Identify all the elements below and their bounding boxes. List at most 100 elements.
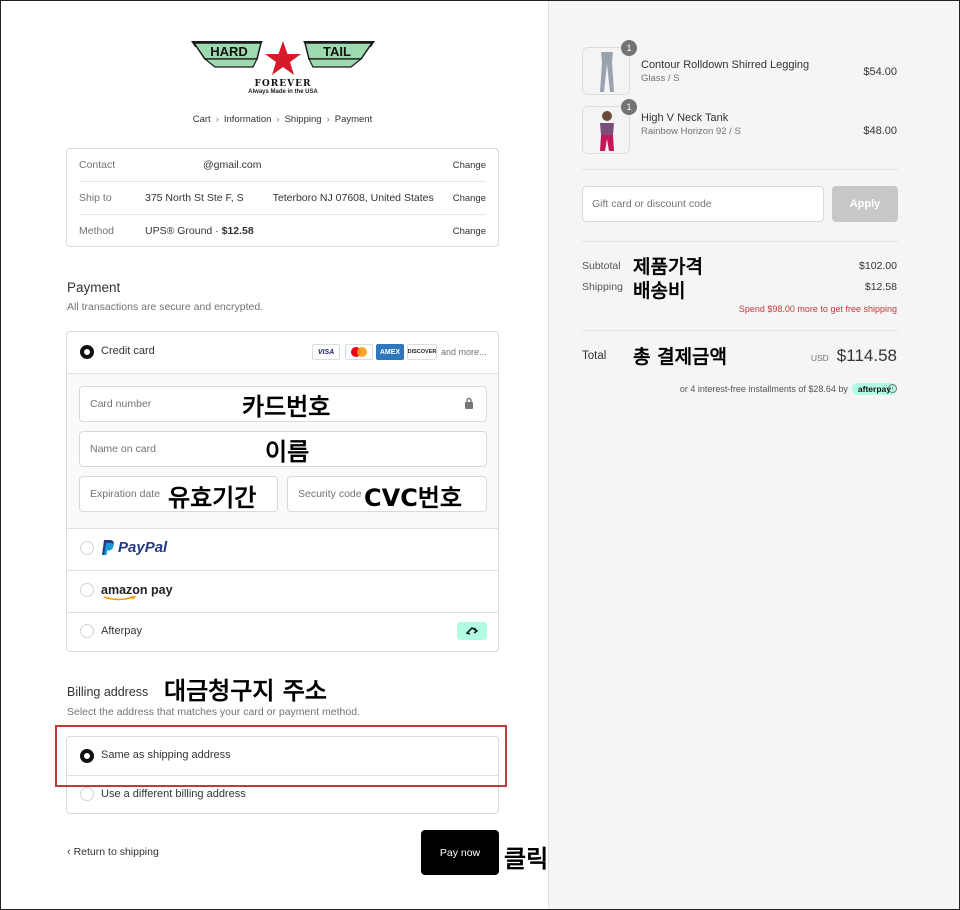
discount-placeholder: Gift card or discount code bbox=[592, 198, 712, 210]
discount-code-input[interactable]: Gift card or discount code bbox=[582, 186, 824, 222]
ship-to-change-link[interactable]: Change bbox=[453, 193, 486, 204]
breadcrumb-information[interactable]: Information bbox=[224, 114, 272, 125]
annotation-billing: 대금청구지 주소 bbox=[164, 677, 327, 705]
breadcrumb-cart[interactable]: Cart bbox=[193, 114, 211, 125]
product-price: $54.00 bbox=[863, 66, 897, 78]
installments-note: or 4 interest-free installments of $28.6… bbox=[680, 383, 897, 395]
amex-icon: AMEX bbox=[376, 344, 404, 360]
contact-row: Contact @gmail.com Change bbox=[79, 149, 486, 181]
product-thumbnail bbox=[582, 106, 630, 154]
divider bbox=[67, 528, 498, 529]
method-price: $12.58 bbox=[221, 225, 254, 237]
name-on-card-placeholder: Name on card bbox=[90, 443, 156, 455]
ship-to-value: 375 North St Ste F, S Teterboro NJ 07608… bbox=[145, 192, 434, 204]
review-box: Contact @gmail.com Change Ship to 375 No… bbox=[66, 148, 499, 247]
credit-card-radio[interactable] bbox=[80, 345, 94, 359]
highlight-box bbox=[55, 725, 507, 787]
method-value: UPS® Ground · $12.58 bbox=[145, 225, 453, 237]
billing-title: Billing address bbox=[67, 685, 149, 699]
paypal-option[interactable]: PayPal bbox=[101, 539, 167, 556]
contact-label: Contact bbox=[79, 159, 116, 171]
payment-methods: Credit card VISA AMEX DISCOVER and more.… bbox=[66, 331, 499, 652]
paypal-label: PayPal bbox=[118, 539, 168, 556]
chevron-left-icon: ‹ bbox=[67, 846, 71, 858]
product-name: Contour Rolldown Shirred Legging bbox=[641, 59, 810, 71]
contact-change-link[interactable]: Change bbox=[453, 160, 486, 171]
breadcrumb-shipping[interactable]: Shipping bbox=[285, 114, 322, 125]
card-number-placeholder: Card number bbox=[90, 398, 152, 410]
annotation-shipping: 배송비 bbox=[633, 280, 686, 302]
discover-icon: DISCOVER bbox=[407, 344, 437, 360]
divider bbox=[582, 169, 898, 170]
ship-to-row: Ship to 375 North St Ste F, S Teterboro … bbox=[79, 182, 486, 214]
return-label: Return to shipping bbox=[73, 846, 159, 858]
breadcrumb-payment: Payment bbox=[334, 114, 373, 125]
currency-code: USD bbox=[810, 353, 829, 363]
annotation-subtotal: 제품가격 bbox=[633, 256, 703, 278]
logo-tagline: Always Made in the USA bbox=[248, 89, 318, 95]
more-cards-text: and more... bbox=[441, 347, 487, 357]
amazon-smile-icon bbox=[103, 596, 137, 601]
annotation-click: 클릭 bbox=[504, 845, 549, 873]
amazon-pay-label: amazon pay bbox=[101, 583, 173, 597]
different-address-radio[interactable] bbox=[80, 787, 94, 801]
apply-button[interactable]: Apply bbox=[832, 186, 898, 222]
amazon-pay-option[interactable]: amazon pay bbox=[101, 581, 173, 601]
different-address-label[interactable]: Use a different billing address bbox=[101, 788, 246, 800]
product-variant: Rainbow Horizon 92 / S bbox=[641, 126, 741, 137]
mastercard-icon bbox=[345, 344, 373, 360]
annotation-card-number: 카드번호 bbox=[242, 393, 331, 421]
annotation-expiration: 유효기간 bbox=[168, 484, 257, 512]
checkout-main: HARD TAIL FOREVER Always Made in the USA… bbox=[1, 1, 548, 909]
shipping-label: Shipping bbox=[582, 281, 623, 293]
method-change-link[interactable]: Change bbox=[453, 226, 486, 237]
total-label: Total bbox=[582, 350, 607, 362]
payment-title: Payment bbox=[67, 280, 121, 295]
free-shipping-note: Spend $98.00 more to get free shipping bbox=[738, 304, 897, 314]
order-summary: 1 Contour Rolldown Shirred Legging Glass… bbox=[548, 1, 959, 909]
subtotal-value: $102.00 bbox=[859, 260, 897, 272]
product-price: $48.00 bbox=[863, 125, 897, 137]
credit-card-fields: Card number 카드번호 Name on card 이름 Expirat… bbox=[67, 373, 498, 528]
product-thumbnail bbox=[582, 47, 630, 95]
method-name: UPS® Ground · bbox=[145, 225, 222, 237]
annotation-name: 이름 bbox=[265, 438, 310, 466]
product-variant: Glass / S bbox=[641, 73, 680, 84]
logo-left-text: HARD bbox=[210, 44, 248, 59]
pay-now-button[interactable]: Pay now bbox=[421, 830, 499, 875]
paypal-icon bbox=[102, 540, 114, 555]
contact-value: @gmail.com bbox=[203, 159, 262, 171]
security-code-placeholder: Security code bbox=[298, 488, 362, 500]
quantity-badge: 1 bbox=[621, 99, 637, 115]
amazon-pay-radio[interactable] bbox=[80, 583, 94, 597]
divider bbox=[582, 241, 898, 242]
quantity-badge: 1 bbox=[621, 40, 637, 56]
paypal-radio[interactable] bbox=[80, 541, 94, 555]
visa-icon: VISA bbox=[312, 344, 340, 360]
shipping-value: $12.58 bbox=[864, 281, 897, 293]
product-name: High V Neck Tank bbox=[641, 112, 729, 124]
total-value: $114.58 bbox=[836, 346, 897, 365]
breadcrumb: Cart › Information › Shipping › Payment bbox=[1, 114, 564, 125]
logo-right-text: TAIL bbox=[323, 44, 351, 59]
method-row: Method UPS® Ground · $12.58 Change bbox=[79, 215, 486, 247]
return-to-shipping-link[interactable]: ‹ Return to shipping bbox=[67, 846, 159, 858]
subtotal-label: Subtotal bbox=[582, 260, 621, 272]
payment-subtitle: All transactions are secure and encrypte… bbox=[67, 301, 264, 313]
credit-card-label[interactable]: Credit card bbox=[101, 345, 155, 357]
total-amount: USD $114.58 bbox=[811, 346, 897, 366]
divider bbox=[67, 612, 498, 613]
ship-to-label: Ship to bbox=[79, 192, 112, 204]
info-icon[interactable]: i bbox=[888, 384, 897, 393]
chevron-right-icon: › bbox=[326, 114, 330, 125]
logo-bottom-text: FOREVER bbox=[255, 79, 312, 89]
billing-subtitle: Select the address that matches your car… bbox=[67, 706, 360, 718]
divider bbox=[582, 330, 898, 331]
afterpay-label[interactable]: Afterpay bbox=[101, 625, 142, 637]
installments-text: or 4 interest-free installments of $28.6… bbox=[679, 384, 848, 394]
expiration-placeholder: Expiration date bbox=[90, 488, 161, 500]
lock-icon bbox=[464, 397, 474, 412]
method-label: Method bbox=[79, 225, 115, 237]
annotation-total: 총 결제금액 bbox=[633, 346, 728, 368]
afterpay-radio[interactable] bbox=[80, 624, 94, 638]
